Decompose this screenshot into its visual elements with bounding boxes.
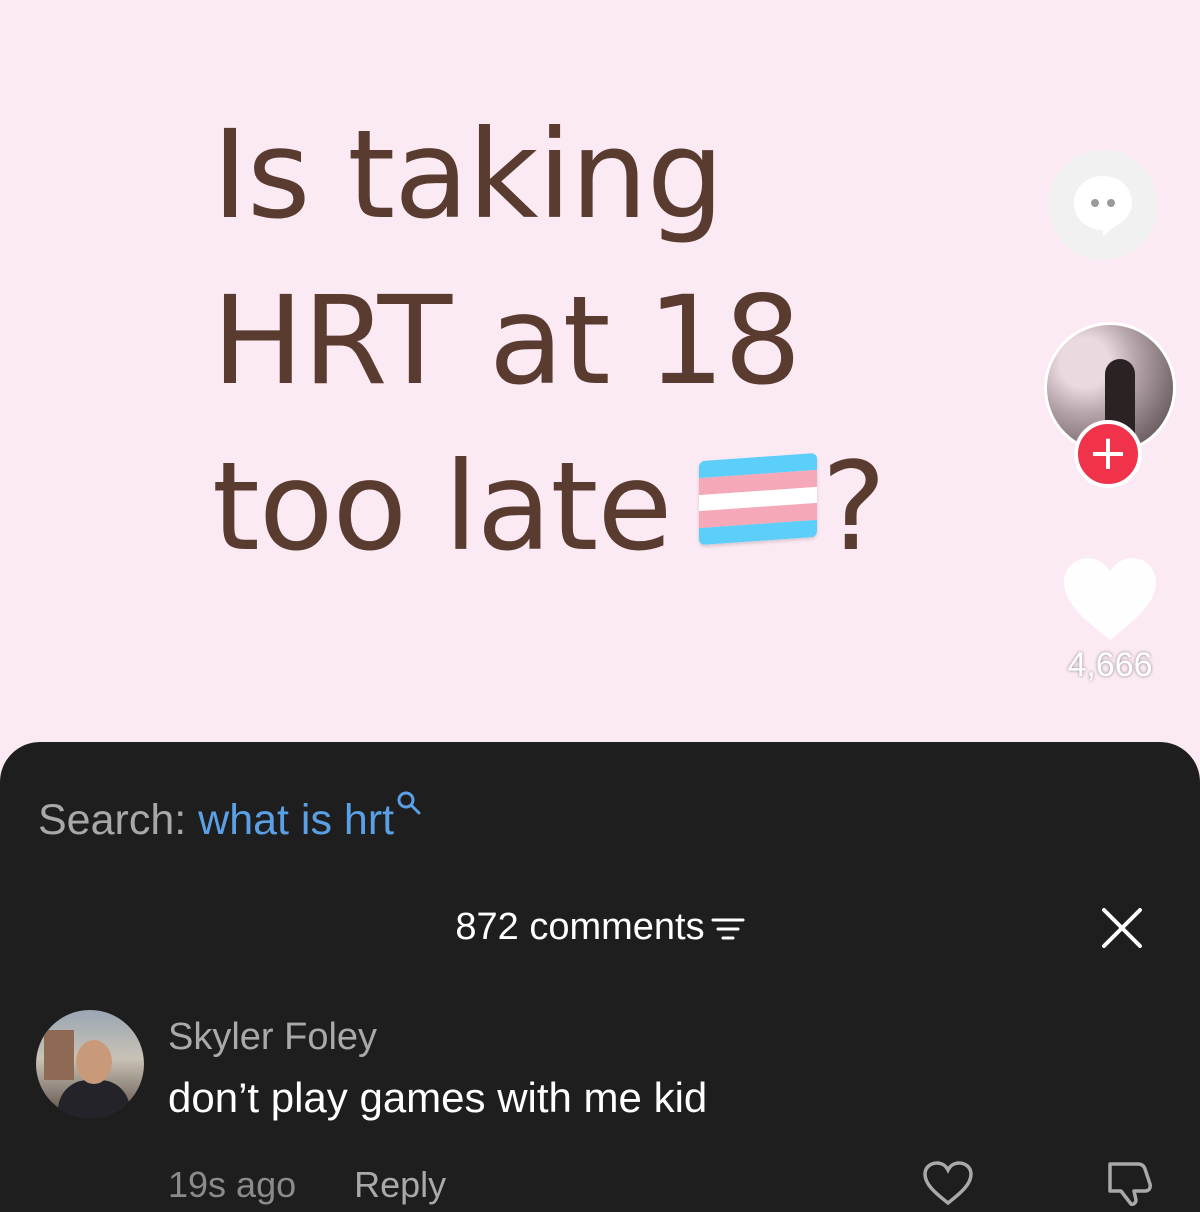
comment-dislike-icon[interactable] (1104, 1160, 1154, 1206)
search-icon (397, 791, 421, 815)
comments-header: 872 comments (0, 906, 1200, 949)
sort-filter-icon[interactable] (711, 914, 745, 944)
comment-username[interactable]: Skyler Foley (168, 1016, 377, 1059)
search-term[interactable]: what is hrt (198, 796, 394, 844)
close-icon[interactable] (1100, 906, 1144, 950)
comment-like-icon[interactable] (922, 1160, 974, 1206)
comment-text: don’t play games with me kid (168, 1074, 708, 1121)
chat-bubble-icon (1074, 176, 1132, 236)
chat-bubble-button[interactable] (1048, 150, 1158, 260)
search-suggestion[interactable]: Search: what is hrt (38, 790, 422, 845)
reply-button[interactable]: Reply (354, 1164, 446, 1205)
caption-question-mark: ? (821, 436, 886, 578)
caption-line-3: too late? (212, 424, 1032, 590)
heart-icon[interactable] (1062, 556, 1158, 642)
avatar-background (44, 1030, 74, 1080)
commenter-avatar[interactable] (36, 1010, 144, 1118)
comments-count-title: 872 comments (455, 906, 705, 948)
caption-line-3-text: too late (212, 436, 672, 578)
comments-sheet: Search: what is hrt 872 comments Skyler … (0, 742, 1200, 1212)
caption-line-1: Is taking (212, 104, 724, 246)
avatar-body (58, 1080, 130, 1118)
caption-line-2: HRT at 18 (212, 270, 802, 412)
video-caption: Is taking HRT at 18 too late? (212, 92, 1032, 590)
comment-timestamp: 19s ago (168, 1164, 297, 1205)
avatar-head (76, 1040, 112, 1084)
trans-flag-emoji-icon (699, 452, 818, 546)
follow-button[interactable]: + (1074, 420, 1142, 488)
video-frame[interactable]: Is taking HRT at 18 too late? (0, 0, 1200, 760)
search-label: Search: (38, 796, 187, 844)
like-count: 4,666 (1067, 646, 1153, 684)
